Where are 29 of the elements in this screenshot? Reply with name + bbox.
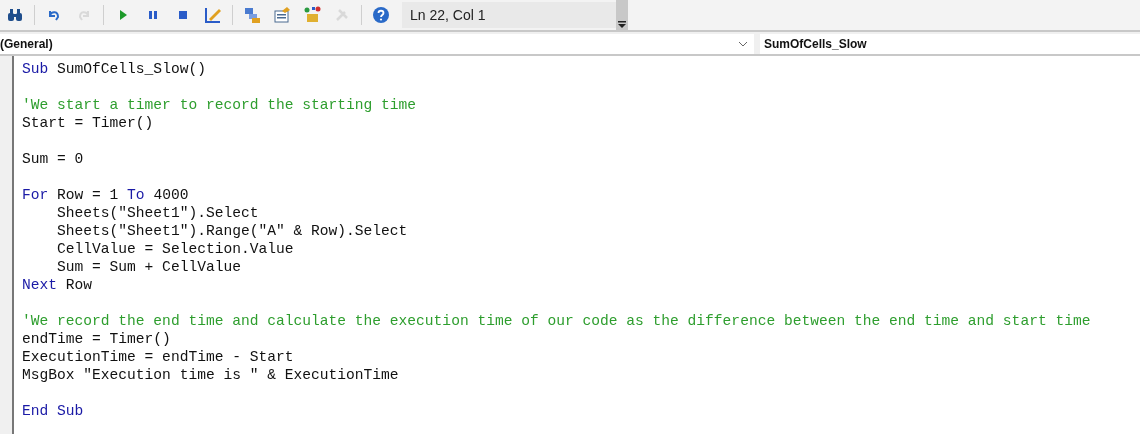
code-comment: 'We record the end time and calculate the execution time of our code as the difference between the end time and start time: [22, 312, 1091, 330]
objects-icon: [303, 6, 321, 24]
properties-icon: [273, 6, 291, 24]
help-icon: [372, 6, 390, 24]
procedure-dropdown[interactable]: SumOfCells_Slow: [760, 34, 1140, 54]
properties-button[interactable]: [271, 4, 293, 26]
code-comment: 'We start a timer to record the starting time: [22, 96, 418, 114]
code-line: Next Row: [22, 276, 94, 294]
ruler-pencil-icon: [204, 6, 222, 24]
code-line: ExecutionTime = endTime - Start: [22, 348, 295, 366]
code-line: Start = Timer(): [22, 114, 155, 132]
help-button[interactable]: [370, 4, 392, 26]
code-line: Sheets("Sheet1").Range("A" & Row).Select: [56, 222, 409, 240]
code-line: CellValue = Selection.Value: [56, 240, 295, 258]
object-dropdown[interactable]: (General): [0, 34, 754, 54]
chevron-down-icon: [738, 41, 748, 47]
caret-icon: [617, 20, 627, 30]
code-line: Sheets("Sheet1").Select: [56, 204, 260, 222]
toolbar-options-button[interactable]: [616, 0, 628, 30]
code-line: Sum = 0: [22, 150, 85, 168]
cursor-position: Ln 22, Col 1: [402, 2, 616, 28]
code-line: For Row = 1 To 4000: [22, 186, 190, 204]
find-icon: [7, 7, 23, 23]
code-line: endTime = Timer(): [22, 330, 172, 348]
code-line: Sum = Sum + CellValue: [56, 258, 242, 276]
code-line: Sub SumOfCells_Slow(): [22, 60, 207, 78]
code-line: End Sub: [22, 402, 85, 420]
project-tree-icon: [243, 6, 261, 24]
code-line: MsgBox "Execution time is " & ExecutionTime: [22, 366, 400, 384]
